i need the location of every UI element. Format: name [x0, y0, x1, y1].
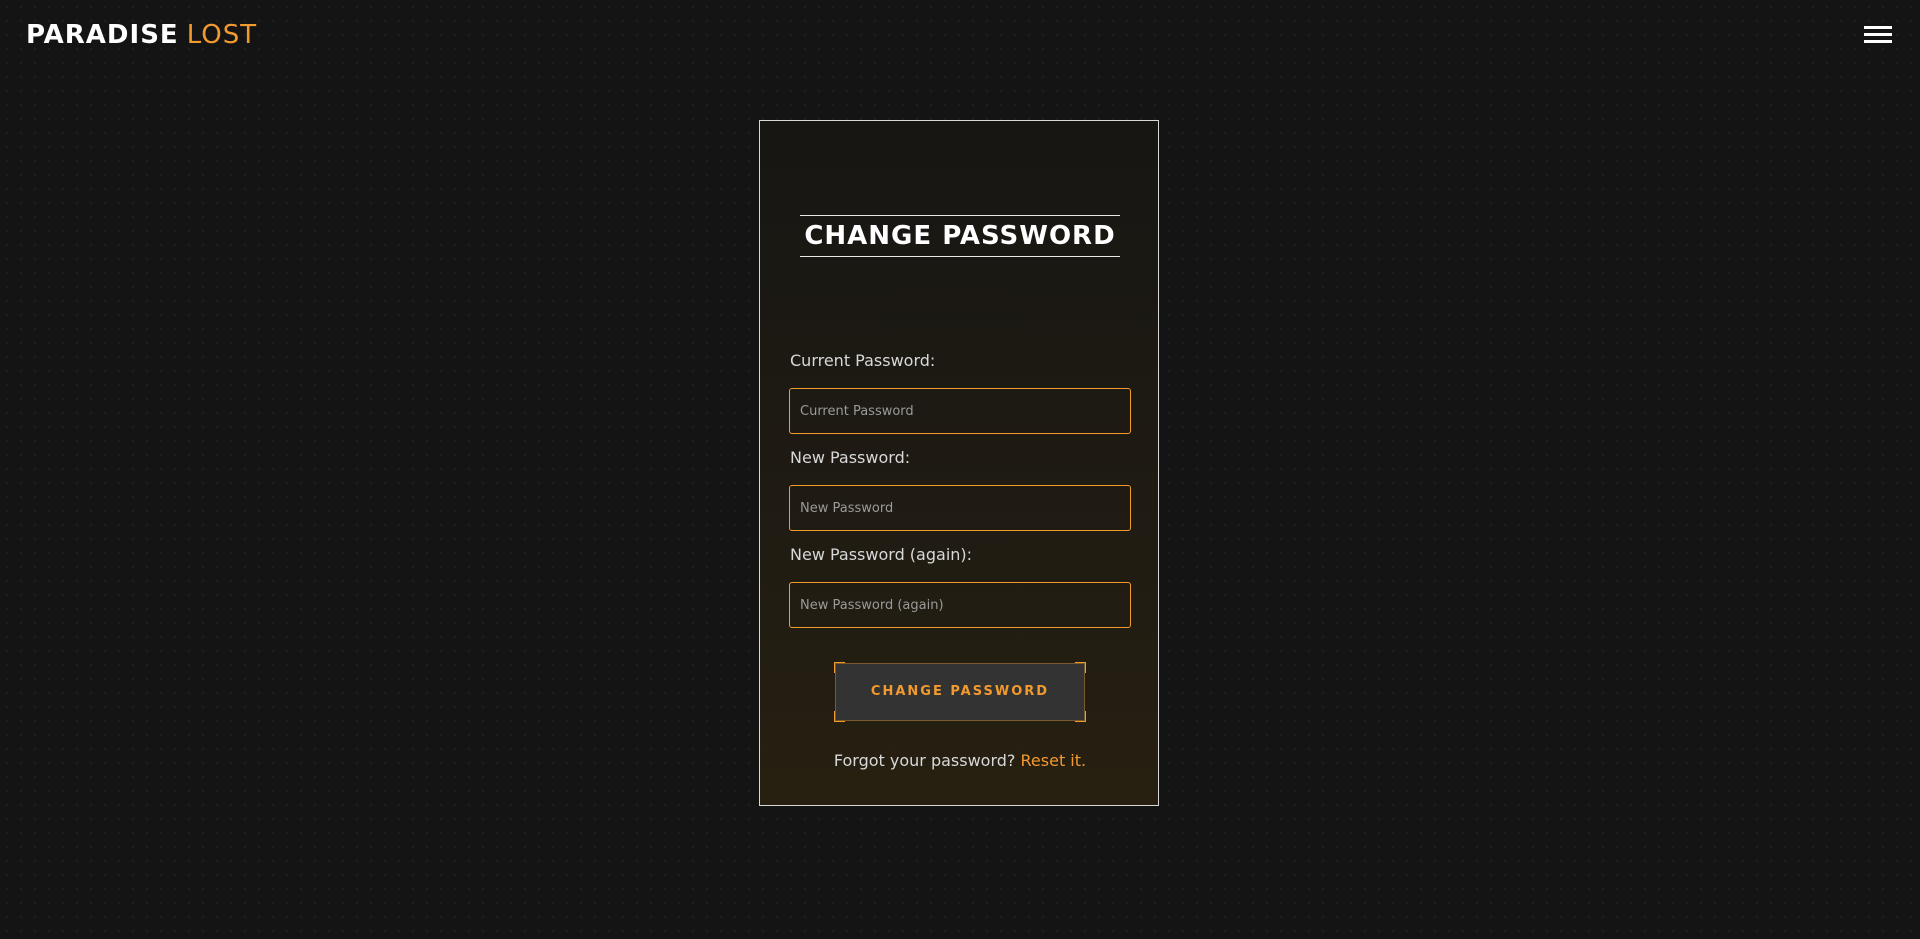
- page-title: CHANGE PASSWORD: [804, 221, 1116, 251]
- reset-password-link[interactable]: Reset it.: [1021, 751, 1087, 770]
- change-password-button[interactable]: CHANGE PASSWORD: [834, 662, 1086, 722]
- logo-accent-text: LOST: [186, 20, 258, 50]
- logo-primary-text: PARADISE: [26, 20, 179, 50]
- new-password-input[interactable]: [789, 485, 1131, 531]
- new-password-again-input[interactable]: [789, 582, 1131, 628]
- change-password-card: CHANGE PASSWORD Current Password: New Pa…: [759, 120, 1159, 806]
- change-password-button-label: CHANGE PASSWORD: [870, 684, 1050, 699]
- menu-bar-line: [1864, 26, 1892, 29]
- new-password-label: New Password:: [790, 448, 911, 467]
- corner-bracket: [834, 711, 845, 722]
- title-frame: CHANGE PASSWORD: [800, 215, 1120, 257]
- corner-bracket: [1075, 662, 1086, 673]
- corner-bracket: [1075, 711, 1086, 722]
- top-bar: PARADISE LOST: [0, 0, 1920, 70]
- menu-bar-line: [1864, 40, 1892, 43]
- forgot-password-text: Forgot your password?: [833, 751, 1016, 770]
- current-password-label: Current Password:: [790, 351, 936, 370]
- current-password-input[interactable]: [789, 388, 1131, 434]
- hamburger-menu-icon[interactable]: [1864, 24, 1892, 46]
- menu-bar-line: [1864, 33, 1892, 36]
- site-logo[interactable]: PARADISE LOST: [26, 20, 257, 50]
- new-password-again-label: New Password (again):: [790, 545, 973, 564]
- forgot-password-row: Forgot your password? Reset it.: [760, 751, 1160, 770]
- corner-bracket: [834, 662, 845, 673]
